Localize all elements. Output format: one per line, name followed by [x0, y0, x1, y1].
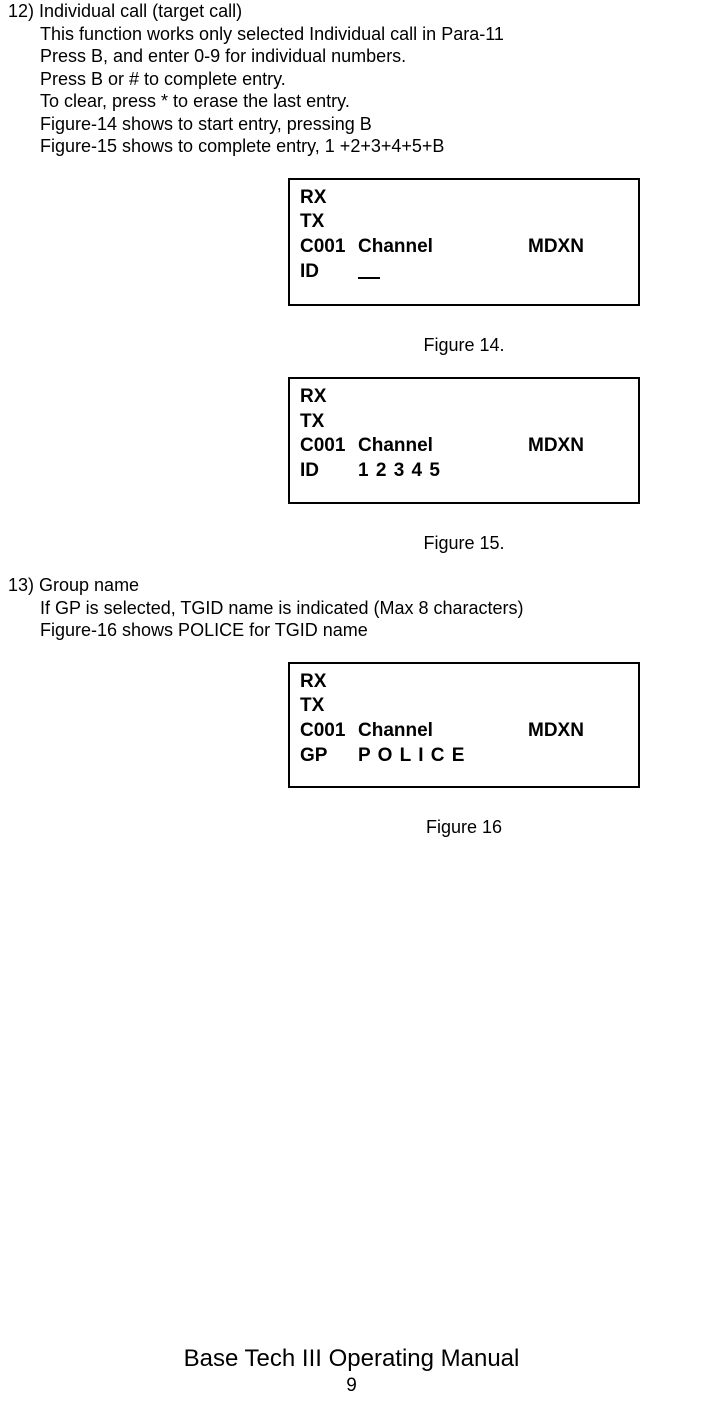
section-12-line-2: Press B, and enter 0-9 for individual nu…	[40, 45, 695, 68]
fig15-id-label: ID	[300, 459, 358, 484]
fig14-id-value	[358, 260, 380, 287]
fig16-channel-num: C001	[300, 719, 358, 744]
fig14-cursor	[358, 260, 380, 279]
fig15-rx: RX	[300, 385, 628, 410]
figure-14-display: RX TX C001 Channel MDXN ID	[288, 178, 640, 307]
fig16-mode: MDXN	[528, 719, 584, 744]
section-12-line-1: This function works only selected Indivi…	[40, 23, 695, 46]
section-12-line-6: Figure-15 shows to complete entry, 1 +2+…	[40, 135, 695, 158]
fig14-channel-row: C001 Channel MDXN	[300, 235, 628, 260]
section-13-heading: 13) Group name	[8, 574, 695, 597]
page: 12) Individual call (target call) This f…	[0, 0, 703, 1416]
figure-15-display: RX TX C001 Channel MDXN ID 1 2 3 4 5	[288, 377, 640, 504]
fig15-mode: MDXN	[528, 434, 584, 459]
fig14-id-row: ID	[300, 260, 628, 287]
fig14-channel-num: C001	[300, 235, 358, 260]
figure-16-display: RX TX C001 Channel MDXN GP P O L I C E	[288, 662, 640, 789]
section-12-heading: 12) Individual call (target call)	[8, 0, 695, 23]
section-13-line-2: Figure-16 shows POLICE for TGID name	[40, 619, 695, 642]
fig15-channel-num: C001	[300, 434, 358, 459]
fig16-rx: RX	[300, 670, 628, 695]
fig16-gp-label: GP	[300, 744, 358, 769]
fig15-id-value: 1 2 3 4 5	[358, 459, 441, 484]
footer-title: Base Tech III Operating Manual	[0, 1344, 703, 1374]
section-12-line-4: To clear, press * to erase the last entr…	[40, 90, 695, 113]
fig15-channel-name: Channel	[358, 434, 528, 459]
fig14-tx: TX	[300, 210, 628, 235]
figure-14-caption: Figure 14.	[288, 334, 640, 357]
figure-16-caption: Figure 16	[288, 816, 640, 839]
figure-15-caption: Figure 15.	[288, 532, 640, 555]
section-13-line-1: If GP is selected, TGID name is indicate…	[40, 597, 695, 620]
section-12-line-5: Figure-14 shows to start entry, pressing…	[40, 113, 695, 136]
fig14-channel-name: Channel	[358, 235, 528, 260]
footer-page: 9	[0, 1374, 703, 1398]
footer: Base Tech III Operating Manual 9	[0, 1344, 703, 1398]
fig16-channel-row: C001 Channel MDXN	[300, 719, 628, 744]
section-12-line-3: Press B or # to complete entry.	[40, 68, 695, 91]
fig16-tx: TX	[300, 694, 628, 719]
fig16-gp-row: GP P O L I C E	[300, 744, 628, 769]
fig14-id-label: ID	[300, 260, 358, 287]
fig16-gp-value: P O L I C E	[358, 744, 465, 769]
fig14-mode: MDXN	[528, 235, 584, 260]
fig15-channel-row: C001 Channel MDXN	[300, 434, 628, 459]
fig15-tx: TX	[300, 410, 628, 435]
fig15-id-row: ID 1 2 3 4 5	[300, 459, 628, 484]
fig16-channel-name: Channel	[358, 719, 528, 744]
fig14-rx: RX	[300, 186, 628, 211]
